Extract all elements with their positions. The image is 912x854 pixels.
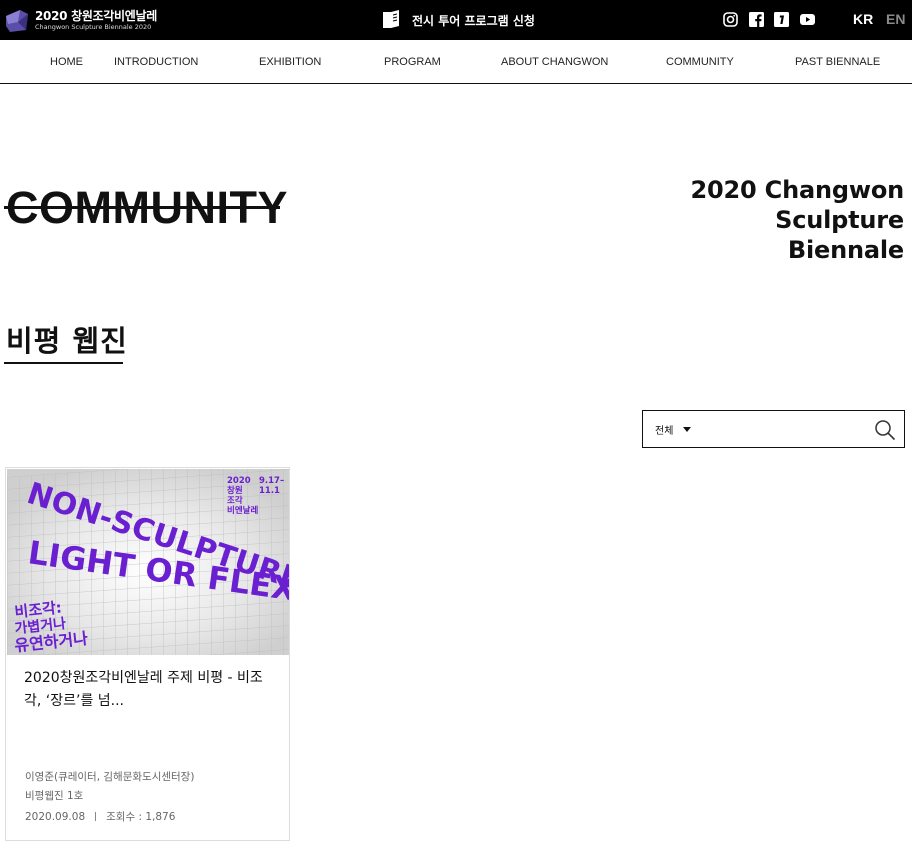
poster-date-2: 11.1 [259,486,280,496]
poster-brand-1: 2020 [227,476,251,486]
tour-program-link[interactable]: 전시 투어 프로그램 신청 [380,8,535,32]
logo-title: 2020 창원조각비엔날레 [35,9,157,23]
site-logo[interactable]: 2020 창원조각비엔날레 Changwon Sculpture Biennal… [4,6,157,34]
nav-program[interactable]: PROGRAM [384,56,441,68]
logo-mark-icon [6,10,28,32]
nav-about-changwon[interactable]: ABOUT CHANGWON [501,56,608,68]
card-issue: 비평웹진 1호 [25,790,84,802]
search-icon[interactable] [874,419,896,441]
poster-date-1: 9.17– [259,476,284,486]
nav-introduction[interactable]: INTRODUCTION [114,56,198,68]
instagram-icon[interactable] [723,12,738,27]
card-views: 조회수 : 1,876 [106,811,176,823]
biennale-title-line: Sculpture [775,206,904,234]
poster-image: NON-SCULPTURE: LIGHT OR FLEXIBLE 비조각: 가볍… [7,469,289,655]
youtube-icon[interactable] [800,12,815,27]
tour-program-label: 전시 투어 프로그램 신청 [412,13,535,28]
poster-brand-4: 비엔날레 [227,505,258,516]
card-meta: 2020.09.08 조회수 : 1,876 [25,809,175,824]
poster-brand-2: 창원 [227,485,243,496]
section-title: 비평 웹진 [6,324,128,358]
poster-brand-3: 조각 [227,495,243,506]
blog-icon[interactable] [774,12,789,27]
title-strikethrough [4,206,280,209]
biennale-title-line: Biennale [787,236,904,264]
category-select[interactable]: 전체 [655,422,692,437]
main-nav: HOME INTRODUCTION EXHIBITION PROGRAM ABO… [0,40,912,84]
card-author: 이영준(큐레이터, 김해문화도시센터장) [25,771,195,783]
card-date: 2020.09.08 [25,810,86,823]
top-bar: 2020 창원조각비엔날레 Changwon Sculpture Biennal… [0,0,912,40]
book-icon [383,10,399,28]
nav-exhibition[interactable]: EXHIBITION [259,56,321,68]
section-underline [4,362,123,364]
nav-past-biennale[interactable]: PAST BIENNALE [795,56,880,68]
meta-divider [95,812,97,821]
nav-community[interactable]: COMMUNITY [666,56,734,68]
biennale-title-line: 2020 Changwon [690,176,905,204]
facebook-icon[interactable] [749,12,764,27]
category-select-value: 전체 [655,426,674,437]
card-title[interactable]: 2020창원조각비엔날레 주제 비평 - 비조각, ‘장르’를 넘... [24,667,274,713]
logo-subtitle: Changwon Sculpture Biennale 2020 [35,23,152,31]
lang-kr[interactable]: KR [853,11,873,27]
webzine-card[interactable]: NON-SCULPTURE: LIGHT OR FLEXIBLE 비조각: 가볍… [5,467,290,841]
card-thumbnail[interactable]: NON-SCULPTURE: LIGHT OR FLEXIBLE 비조각: 가볍… [7,469,289,655]
biennale-title: 2020 Changwon Sculpture Biennale [690,175,905,265]
lang-en[interactable]: EN [886,11,905,27]
caret-down-icon [683,427,692,432]
nav-home[interactable]: HOME [50,56,83,68]
search-box: 전체 [642,410,905,448]
